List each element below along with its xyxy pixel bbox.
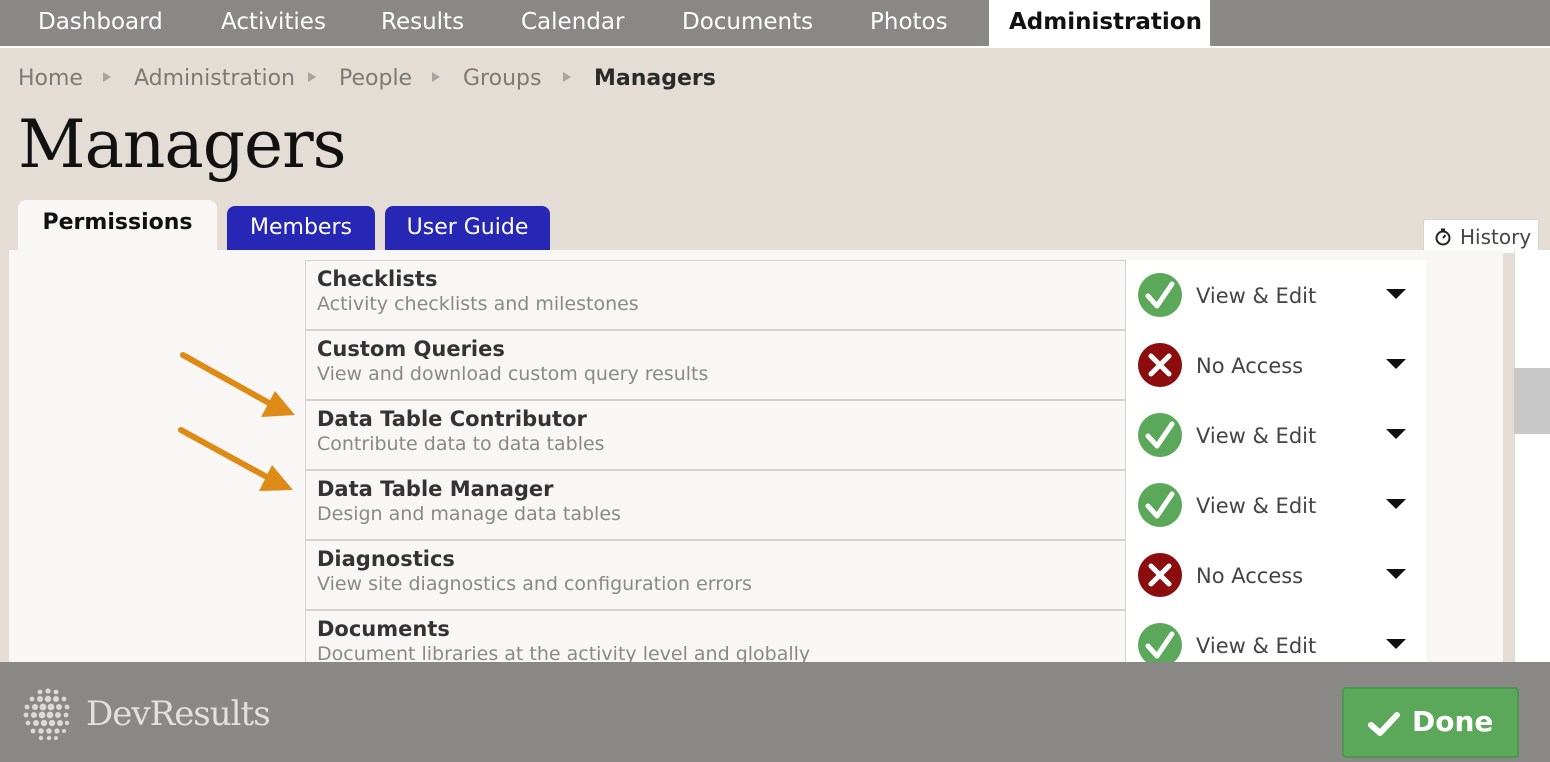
annotation-arrow-icon bbox=[178, 427, 293, 491]
globe-icon bbox=[23, 688, 70, 741]
permission-description: Design and manage data tables bbox=[317, 503, 621, 525]
permission-description: View and download custom query results bbox=[317, 363, 709, 385]
nav-administration[interactable]: Administration bbox=[989, 0, 1210, 46]
access-dropdown[interactable]: View & Edit bbox=[1125, 610, 1426, 662]
breadcrumb-separator-icon bbox=[103, 72, 111, 82]
tab-user-guide[interactable]: User Guide bbox=[385, 206, 550, 250]
nav-activities[interactable]: Activities bbox=[201, 0, 346, 46]
permission-name: Checklists bbox=[317, 267, 438, 291]
access-dropdown[interactable]: No Access bbox=[1125, 540, 1426, 610]
access-dropdown[interactable]: View & Edit bbox=[1125, 260, 1426, 330]
caret-down-icon bbox=[1386, 569, 1406, 579]
stopwatch-icon bbox=[1435, 228, 1451, 246]
page-title: Managers bbox=[18, 106, 347, 183]
caret-down-icon bbox=[1386, 359, 1406, 369]
breadcrumb-people[interactable]: People bbox=[339, 66, 412, 91]
done-label: Done bbox=[1412, 705, 1494, 738]
footer: DevResults Done bbox=[0, 662, 1550, 762]
permission-row: Data Table Manager Design and manage dat… bbox=[305, 470, 1426, 540]
x-icon bbox=[1138, 553, 1182, 597]
access-level: View & Edit bbox=[1196, 424, 1317, 448]
check-icon bbox=[1138, 413, 1182, 457]
tab-members[interactable]: Members bbox=[227, 206, 375, 250]
permission-name: Data Table Manager bbox=[317, 477, 554, 501]
permission-description: Contribute data to data tables bbox=[317, 433, 605, 455]
caret-down-icon bbox=[1386, 429, 1406, 439]
x-icon bbox=[1138, 343, 1182, 387]
permission-row: Diagnostics View site diagnostics and co… bbox=[305, 540, 1426, 610]
permission-row: Custom Queries View and download custom … bbox=[305, 330, 1426, 400]
nav-dashboard[interactable]: Dashboard bbox=[18, 0, 183, 46]
scrollbar-thumb[interactable] bbox=[1514, 368, 1550, 434]
permission-name: Data Table Contributor bbox=[317, 407, 587, 431]
permission-description: Document libraries at the activity level… bbox=[317, 643, 811, 662]
permission-description: Activity checklists and milestones bbox=[317, 293, 639, 315]
breadcrumb-home[interactable]: Home bbox=[18, 66, 83, 91]
scrollbar-track[interactable] bbox=[1514, 250, 1550, 662]
permission-row: Documents Document libraries at the acti… bbox=[305, 610, 1426, 662]
check-icon bbox=[1138, 273, 1182, 317]
breadcrumb-separator-icon bbox=[563, 72, 571, 82]
access-level: View & Edit bbox=[1196, 284, 1317, 308]
access-level: No Access bbox=[1196, 354, 1304, 378]
top-nav: Dashboard Activities Results Calendar Do… bbox=[0, 0, 1550, 46]
done-button[interactable]: Done bbox=[1342, 687, 1519, 758]
nav-photos[interactable]: Photos bbox=[850, 0, 968, 46]
breadcrumb-separator-icon bbox=[308, 72, 316, 82]
check-icon bbox=[1138, 623, 1182, 662]
breadcrumb-separator-icon bbox=[432, 72, 440, 82]
nav-results[interactable]: Results bbox=[361, 0, 484, 46]
logo-text: DevResults bbox=[86, 694, 271, 734]
permission-name: Custom Queries bbox=[317, 337, 505, 361]
annotation-arrow-icon bbox=[180, 352, 295, 417]
permission-description: View site diagnostics and configuration … bbox=[317, 573, 752, 595]
history-label: History bbox=[1460, 225, 1532, 249]
breadcrumb-current: Managers bbox=[594, 66, 716, 91]
caret-down-icon bbox=[1386, 499, 1406, 509]
access-dropdown[interactable]: View & Edit bbox=[1125, 400, 1426, 470]
breadcrumb-administration[interactable]: Administration bbox=[134, 66, 295, 91]
caret-down-icon bbox=[1386, 289, 1406, 299]
devresults-logo: DevResults bbox=[20, 686, 271, 742]
breadcrumb-groups[interactable]: Groups bbox=[463, 66, 541, 91]
access-level: View & Edit bbox=[1196, 494, 1317, 518]
access-level: View & Edit bbox=[1196, 634, 1317, 658]
tab-permissions[interactable]: Permissions bbox=[18, 200, 217, 252]
nav-calendar[interactable]: Calendar bbox=[501, 0, 644, 46]
permission-row: Data Table Contributor Contribute data t… bbox=[305, 400, 1426, 470]
checkmark-icon bbox=[1368, 712, 1400, 736]
permission-row: Checklists Activity checklists and miles… bbox=[305, 260, 1426, 330]
permission-name: Documents bbox=[317, 617, 450, 641]
caret-down-icon bbox=[1386, 639, 1406, 649]
permissions-panel: Checklists Activity checklists and miles… bbox=[9, 250, 1503, 662]
nav-documents[interactable]: Documents bbox=[662, 0, 833, 46]
access-dropdown[interactable]: No Access bbox=[1125, 330, 1426, 400]
access-dropdown[interactable]: View & Edit bbox=[1125, 470, 1426, 540]
permission-name: Diagnostics bbox=[317, 547, 455, 571]
history-button[interactable]: History bbox=[1423, 219, 1539, 253]
access-level: No Access bbox=[1196, 564, 1304, 588]
check-icon bbox=[1138, 483, 1182, 527]
